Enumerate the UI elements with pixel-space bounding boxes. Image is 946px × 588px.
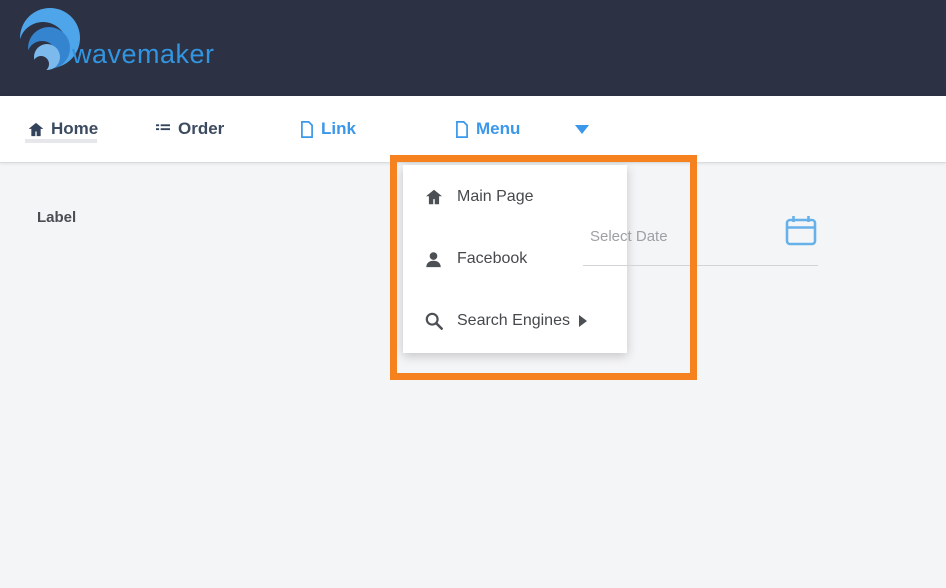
page-label: Label	[37, 209, 76, 226]
home-icon	[28, 122, 44, 137]
calendar-icon[interactable]	[784, 214, 818, 248]
app-header: wavemaker	[0, 0, 946, 96]
nav-item-label: Link	[321, 119, 356, 139]
nav-item-label: Order	[178, 119, 224, 139]
nav-item-link[interactable]: Link	[300, 96, 356, 162]
nav-item-label: Menu	[476, 119, 520, 139]
logo-text: wavemaker	[72, 39, 215, 70]
list-icon	[155, 122, 171, 136]
datepicker-field[interactable]: Select Date	[583, 210, 818, 270]
home-icon	[424, 189, 443, 205]
user-icon	[424, 251, 443, 268]
datepicker-placeholder: Select Date	[590, 228, 668, 245]
nav-home-active-indicator	[25, 139, 97, 143]
chevron-down-icon[interactable]	[575, 125, 589, 134]
submenu-caret-right-icon	[579, 315, 587, 327]
nav-item-home[interactable]: Home	[28, 96, 98, 162]
dropdown-item-label: Search Engines	[457, 312, 570, 330]
app-logo[interactable]: wavemaker	[16, 6, 215, 78]
dropdown-item-label: Facebook	[457, 250, 527, 268]
navbar: Home Order Link Menu	[0, 96, 946, 163]
search-icon	[424, 312, 443, 330]
nav-item-order[interactable]: Order	[155, 96, 224, 162]
datepicker-underline	[583, 265, 818, 266]
dropdown-item-label: Main Page	[457, 188, 534, 206]
nav-item-menu[interactable]: Menu	[455, 96, 520, 162]
nav-item-label: Home	[51, 119, 98, 139]
dropdown-item-search-engines[interactable]: Search Engines	[403, 290, 627, 352]
file-icon	[300, 121, 314, 138]
file-icon	[455, 121, 469, 138]
